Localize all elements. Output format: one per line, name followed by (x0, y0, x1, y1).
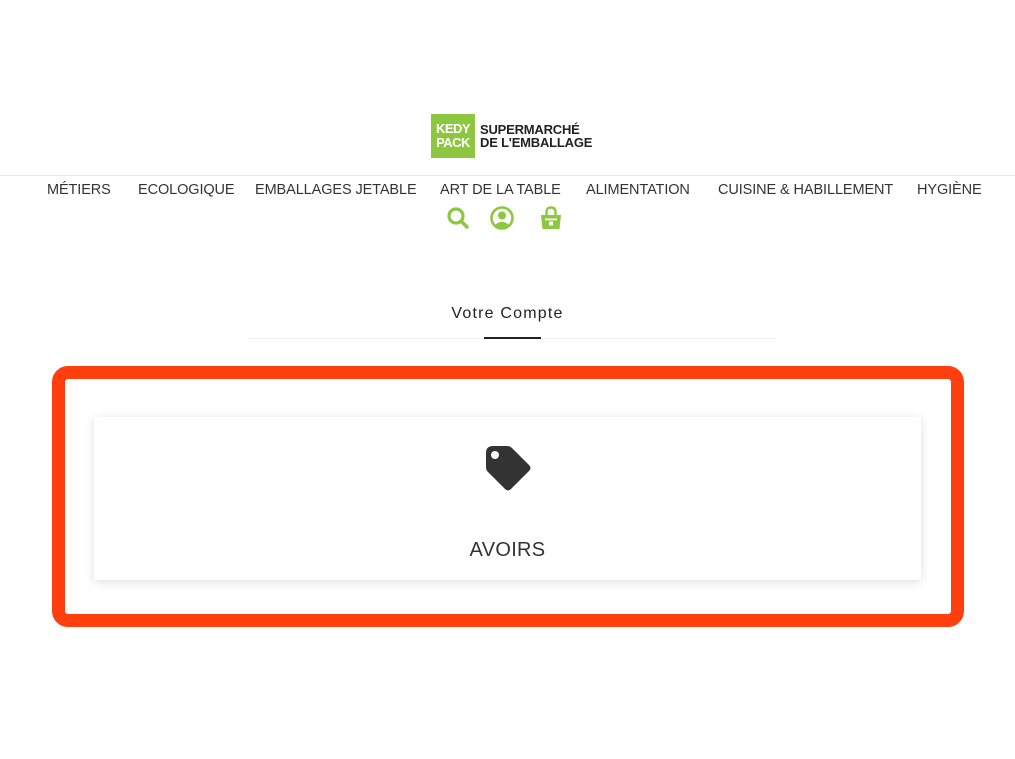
logo-mark: KEDY PACK (431, 114, 475, 158)
header-divider (0, 175, 1015, 176)
nav-item-cuisine-habillement[interactable]: CUISINE & HABILLEMENT (718, 182, 893, 198)
title-underline (484, 337, 541, 339)
header-icons (0, 205, 1015, 233)
nav-item-ecologique[interactable]: ECOLOGIQUE (138, 182, 235, 198)
nav-item-emballages-jetable[interactable]: EMBALLAGES JETABLE (255, 182, 417, 198)
brand-logo[interactable]: KEDY PACK SUPERMARCHÉ DE L'EMBALLAGE (431, 114, 592, 158)
shopping-bag-icon[interactable] (538, 205, 564, 231)
logo-mark-line2: PACK (436, 135, 470, 150)
nav-item-art-de-la-table[interactable]: ART DE LA TABLE (440, 182, 561, 198)
tag-icon (486, 446, 531, 491)
avoirs-card[interactable]: AVOIRS (94, 417, 921, 580)
main-navigation: MÉTIERS ECOLOGIQUE EMBALLAGES JETABLE AR… (0, 182, 1015, 202)
nav-item-metiers[interactable]: MÉTIERS (47, 182, 111, 198)
logo-mark-line1: KEDY (435, 121, 471, 136)
page-title: Votre Compte (451, 305, 564, 322)
search-icon[interactable] (445, 205, 471, 231)
nav-item-alimentation[interactable]: ALIMENTATION (586, 182, 690, 198)
avoirs-label: AVOIRS (469, 539, 546, 561)
logo-wordmark-line2: DE L'EMBALLAGE (480, 135, 593, 150)
user-account-icon[interactable] (489, 205, 515, 231)
nav-item-hygiene[interactable]: HYGIÈNE (917, 182, 982, 198)
logo-wordmark: SUPERMARCHÉ DE L'EMBALLAGE (480, 123, 592, 149)
